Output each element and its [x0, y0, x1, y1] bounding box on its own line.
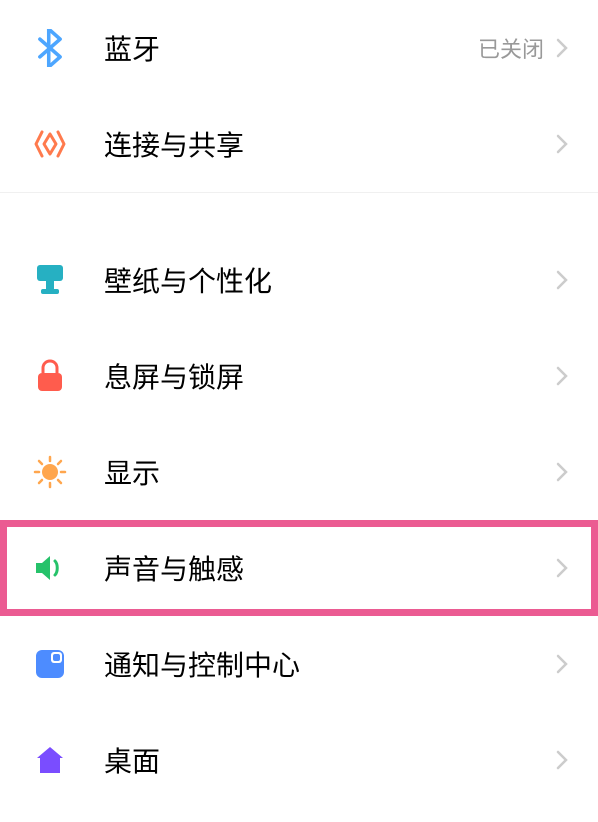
wallpaper-icon	[30, 260, 70, 300]
settings-list: 蓝牙 已关闭 连接与共享 壁纸与个性化	[0, 0, 598, 808]
item-label: 桌面	[104, 740, 556, 780]
settings-item-desktop[interactable]: 桌面	[0, 712, 598, 808]
notification-icon	[30, 644, 70, 684]
chevron-right-icon	[556, 462, 568, 482]
chevron-right-icon	[556, 366, 568, 386]
settings-item-wallpaper[interactable]: 壁纸与个性化	[0, 232, 598, 328]
item-label: 壁纸与个性化	[104, 260, 556, 300]
item-status: 已关闭	[478, 32, 544, 64]
item-label: 显示	[104, 452, 556, 492]
sun-icon	[30, 452, 70, 492]
section-divider	[0, 192, 598, 232]
settings-item-notification[interactable]: 通知与控制中心	[0, 616, 598, 712]
lock-icon	[30, 356, 70, 396]
chevron-right-icon	[556, 750, 568, 770]
bluetooth-icon	[30, 28, 70, 68]
settings-item-lockscreen[interactable]: 息屏与锁屏	[0, 328, 598, 424]
item-label: 声音与触感	[104, 548, 556, 588]
chevron-right-icon	[556, 270, 568, 290]
chevron-right-icon	[556, 558, 568, 578]
item-label: 连接与共享	[104, 124, 556, 164]
home-icon	[30, 740, 70, 780]
settings-item-display[interactable]: 显示	[0, 424, 598, 520]
item-label: 息屏与锁屏	[104, 356, 556, 396]
chevron-right-icon	[556, 38, 568, 58]
item-label: 蓝牙	[104, 28, 478, 68]
settings-item-connection-sharing[interactable]: 连接与共享	[0, 96, 598, 192]
item-label: 通知与控制中心	[104, 644, 556, 684]
chevron-right-icon	[556, 654, 568, 674]
settings-item-bluetooth[interactable]: 蓝牙 已关闭	[0, 0, 598, 96]
settings-item-sound[interactable]: 声音与触感	[0, 520, 598, 616]
chevron-right-icon	[556, 134, 568, 154]
sound-icon	[30, 548, 70, 588]
connection-icon	[30, 124, 70, 164]
